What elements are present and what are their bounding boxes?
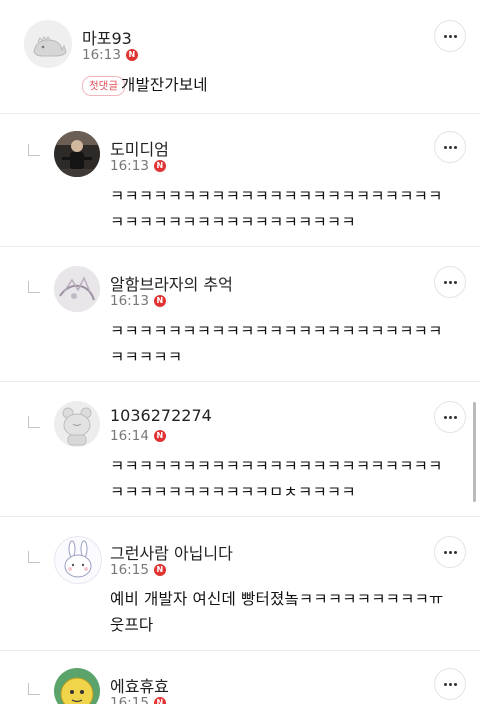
more-horizontal-icon [443,280,457,284]
more-horizontal-icon [443,145,457,149]
comment-item: 1036272274 16:14 N ㅋㅋㅋㅋㅋㅋㅋㅋㅋㅋㅋㅋㅋㅋㅋㅋㅋㅋㅋㅋㅋ… [0,381,480,516]
comment-author[interactable]: 마포93 [82,25,132,49]
avatar[interactable] [54,401,100,447]
more-horizontal-icon [443,415,457,419]
comment-text: ㅋㅋㅋㅋㅋㅋㅋㅋㅋㅋㅋㅋㅋㅋㅋㅋㅋㅋㅋㅋㅋㅋㅋㅋㅋㅋㅋㅋㅋㅋㅋㅋㅋㅋㅋㅋㅋㅋㅋㅋ [110,187,443,231]
reply-indent-icon [28,683,40,695]
comment-time: 16:15 [110,695,149,704]
avatar-rabbit-image [55,537,101,583]
comment-meta: 16:13 N [82,47,138,63]
avatar-sketch-image [54,266,100,312]
comment-meta: 16:13 N [110,293,166,309]
comment-list: 마포93 16:13 N 첫댓글 개발잔가보네 도미디엄 16:13 N ㅋㅋㅋ… [0,0,480,704]
comment-time: 16:13 [110,293,149,309]
comment-time: 16:13 [110,158,149,174]
more-options-button[interactable] [434,668,466,700]
comment-text: 개발잔가보네 [121,76,208,94]
comment-item: 에효휴효 16:15 N [0,650,480,704]
comment-meta: 16:15 N [110,695,166,704]
new-badge: N [125,49,138,61]
avatar[interactable] [54,668,100,704]
avatar[interactable] [54,536,102,584]
comment-time: 16:13 [82,47,121,63]
reply-indent-icon [28,551,40,563]
more-horizontal-icon [443,550,457,554]
comment-author[interactable]: 그런사람 아닙니다 [110,540,233,564]
comment-item: 마포93 16:13 N 첫댓글 개발잔가보네 [0,0,480,121]
new-badge: N [153,295,166,307]
more-options-button[interactable] [434,266,466,298]
comment-author[interactable]: 에효휴효 [110,673,169,697]
avatar[interactable] [54,131,100,177]
comment-time: 16:14 [110,428,149,444]
comment-item: 그런사람 아닙니다 16:15 N 예비 개발자 여신데 빵터졌놐ㅋㅋㅋㅋㅋㅋㅋ… [0,516,480,650]
new-badge: N [153,697,166,704]
reply-indent-icon [28,281,40,293]
scrollbar[interactable] [473,402,476,502]
more-horizontal-icon [443,34,457,38]
comment-author[interactable]: 알함브라자의 추억 [110,271,233,295]
avatar-photo-image [54,131,100,177]
comment-text: 예비 개발자 여신데 빵터졌놐ㅋㅋㅋㅋㅋㅋㅋㅋㅋㅠ웃프다 [110,590,444,634]
more-options-button[interactable] [434,20,466,52]
avatar-dino-image [24,20,72,68]
more-options-button[interactable] [434,131,466,163]
comment-text: ㅋㅋㅋㅋㅋㅋㅋㅋㅋㅋㅋㅋㅋㅋㅋㅋㅋㅋㅋㅋㅋㅋㅋㅋㅋㅋㅋㅋㅋㅋㅋㅋㅋㅋㅁㅊㅋㅋㅋㅋ [110,457,443,501]
first-comment-badge: 첫댓글 [82,76,125,96]
avatar-character-image [54,668,100,704]
comment-meta: 16:13 N [110,158,166,174]
new-badge: N [153,160,166,172]
comment-item: 알함브라자의 추억 16:13 N ㅋㅋㅋㅋㅋㅋㅋㅋㅋㅋㅋㅋㅋㅋㅋㅋㅋㅋㅋㅋㅋㅋ… [0,246,480,381]
new-badge: N [153,430,166,442]
avatar-bear-image [54,401,100,447]
comment-author[interactable]: 1036272274 [110,406,212,425]
comment-time: 16:15 [110,562,149,578]
comment-meta: 16:15 N [110,562,166,578]
avatar[interactable] [54,266,100,312]
reply-indent-icon [28,144,40,156]
more-horizontal-icon [443,682,457,686]
comment-meta: 16:14 N [110,428,166,444]
more-options-button[interactable] [434,536,466,568]
reply-indent-icon [28,416,40,428]
new-badge: N [153,564,166,576]
comment-text: ㅋㅋㅋㅋㅋㅋㅋㅋㅋㅋㅋㅋㅋㅋㅋㅋㅋㅋㅋㅋㅋㅋㅋㅋㅋㅋㅋㅋ [110,322,443,366]
comment-author[interactable]: 도미디엄 [110,136,169,160]
comment-item: 도미디엄 16:13 N ㅋㅋㅋㅋㅋㅋㅋㅋㅋㅋㅋㅋㅋㅋㅋㅋㅋㅋㅋㅋㅋㅋㅋㅋㅋㅋㅋ… [0,113,480,246]
avatar[interactable] [24,20,72,68]
more-options-button[interactable] [434,401,466,433]
